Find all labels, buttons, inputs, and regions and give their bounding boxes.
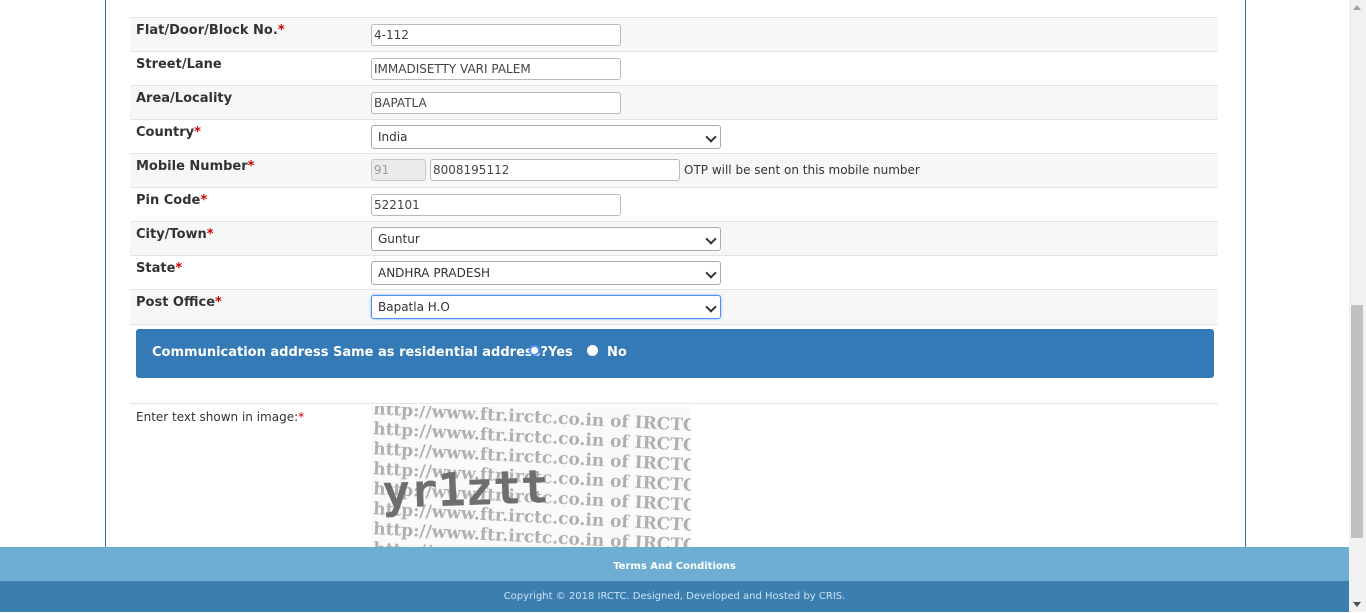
footer-terms-bar: Terms And Conditions xyxy=(0,547,1349,581)
scroll-down-icon[interactable] xyxy=(1353,602,1361,607)
city-label: City/Town* xyxy=(136,227,214,242)
row-flat-door-block: Flat/Door/Block No.* 4-112 xyxy=(130,17,1218,52)
mobile-input[interactable]: 8008195112 xyxy=(430,159,680,181)
country-label: Country* xyxy=(136,125,201,140)
yes-radio[interactable] xyxy=(529,345,540,356)
scroll-up-icon[interactable] xyxy=(1353,5,1361,10)
post-office-label: Post Office* xyxy=(136,295,222,310)
row-post-office: Post Office* Bapatla H.O xyxy=(130,289,1218,325)
chevron-down-icon xyxy=(705,301,717,313)
copyright-text: Copyright © 2018 IRCTC. Designed, Develo… xyxy=(503,591,846,602)
yes-label[interactable]: Yes xyxy=(548,345,573,360)
state-label: State* xyxy=(136,261,183,276)
city-value: Guntur xyxy=(378,232,420,246)
chevron-down-icon xyxy=(705,131,717,143)
pin-input[interactable]: 522101 xyxy=(371,194,621,216)
pin-label: Pin Code* xyxy=(136,193,208,208)
post-office-select[interactable]: Bapatla H.O xyxy=(371,295,721,319)
captcha-graphic: http://www.ftr.irctc.co.in of IRCTC http… xyxy=(373,406,691,548)
scrollbar-thumb[interactable] xyxy=(1351,305,1363,538)
captcha-label: Enter text shown in image:* xyxy=(136,410,305,424)
row-mobile-number: Mobile Number* 91 8008195112 OTP will be… xyxy=(130,153,1218,188)
area-label: Area/Locality xyxy=(136,91,233,106)
state-select[interactable]: ANDHRA PRADESH xyxy=(371,261,721,285)
state-value: ANDHRA PRADESH xyxy=(378,266,491,280)
flat-label: Flat/Door/Block No.* xyxy=(136,23,285,38)
captcha-code: yr1ztt xyxy=(381,459,549,519)
row-city-town: City/Town* Guntur xyxy=(130,221,1218,256)
chevron-down-icon xyxy=(705,267,717,279)
street-input[interactable]: IMMADISETTY VARI PALEM xyxy=(371,58,621,80)
row-pin-code: Pin Code* 522101 xyxy=(130,187,1218,222)
no-label[interactable]: No xyxy=(607,345,627,360)
area-input[interactable]: BAPATLA xyxy=(371,92,621,114)
terms-link[interactable]: Terms And Conditions xyxy=(613,561,736,572)
row-country: Country* India xyxy=(130,119,1218,154)
post-office-value: Bapatla H.O xyxy=(378,300,450,314)
flat-input[interactable]: 4-112 xyxy=(371,24,621,46)
street-label: Street/Lane xyxy=(136,57,222,72)
footer-copyright-bar: Copyright © 2018 IRCTC. Designed, Develo… xyxy=(0,581,1349,612)
city-select[interactable]: Guntur xyxy=(371,227,721,251)
communication-address-banner: Communication address Same as residentia… xyxy=(136,329,1214,378)
country-value: India xyxy=(378,130,408,144)
row-area-locality: Area/Locality BAPATLA xyxy=(130,85,1218,120)
otp-hint: OTP will be sent on this mobile number xyxy=(684,163,920,177)
country-code-field: 91 xyxy=(371,159,426,181)
row-street-lane: Street/Lane IMMADISETTY VARI PALEM xyxy=(130,51,1218,86)
vertical-scrollbar[interactable] xyxy=(1349,0,1366,612)
divider xyxy=(130,403,1218,404)
row-state: State* ANDHRA PRADESH xyxy=(130,255,1218,290)
chevron-down-icon xyxy=(705,233,717,245)
country-select[interactable]: India xyxy=(371,125,721,149)
captcha-image: http://www.ftr.irctc.co.in of IRCTC http… xyxy=(371,406,691,548)
no-radio[interactable] xyxy=(587,345,598,356)
communication-question: Communication address Same as residentia… xyxy=(152,345,548,360)
mobile-label: Mobile Number* xyxy=(136,159,255,174)
